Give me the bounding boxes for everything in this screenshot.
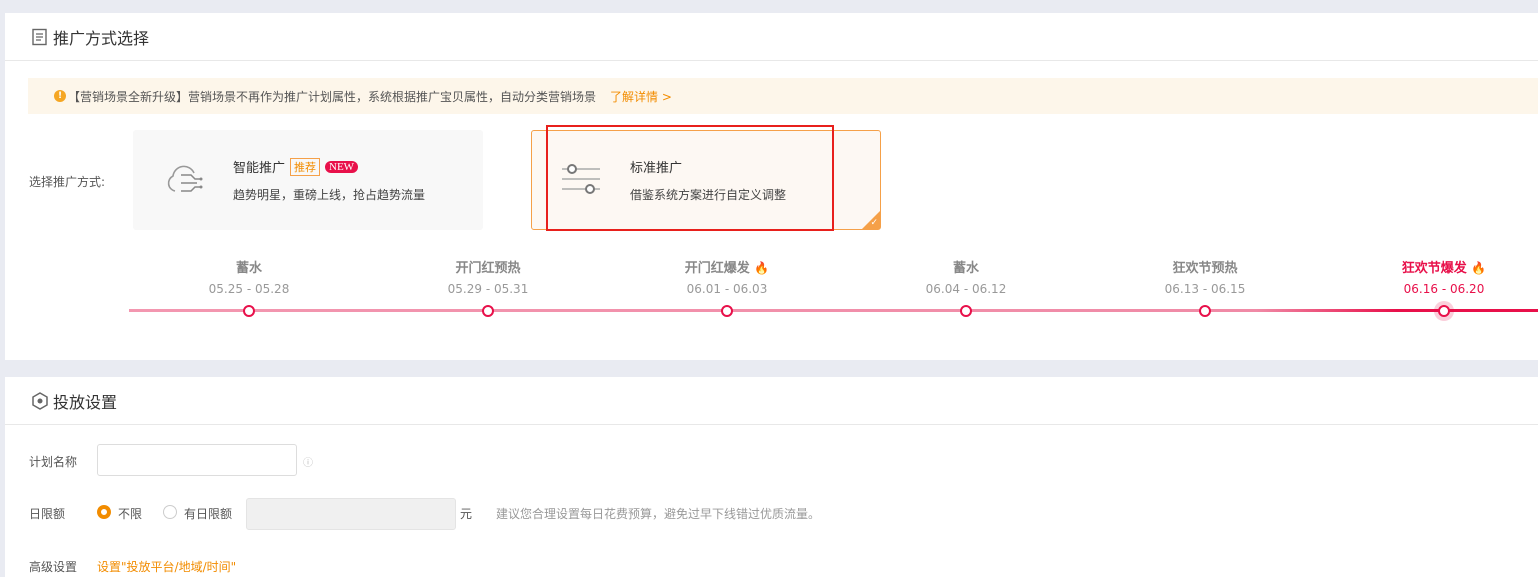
- notice-banner: ! 【营销场景全新升级】营销场景不再作为推广计划属性，系统根据推广宝贝属性，自动…: [28, 78, 1538, 114]
- stage-name: 蓄水: [952, 261, 979, 276]
- timeline-stage: 狂欢节预热 06.13 - 06.15: [1125, 257, 1285, 296]
- plan-name-label: 计划名称: [29, 455, 78, 469]
- stage-name: 开门红预热: [455, 261, 521, 276]
- radio-limited[interactable]: [163, 505, 177, 519]
- section-header: 投放设置: [5, 377, 1538, 425]
- radio-limited-label: 有日限额: [184, 507, 233, 521]
- advanced-settings-link[interactable]: 设置"投放平台/地域/时间": [97, 558, 236, 575]
- stage-dates: 06.04 - 06.12: [925, 282, 1007, 296]
- option-smart-promotion[interactable]: 智能推广 推荐 NEW 趋势明星，重磅上线，抢占趋势流量: [133, 130, 483, 230]
- daily-limit-label: 日限额: [29, 507, 66, 521]
- radio-unlimited[interactable]: [97, 505, 111, 519]
- currency-unit: 元: [460, 507, 473, 521]
- stage-dates: 06.13 - 06.15: [1164, 282, 1246, 296]
- new-badge: NEW: [325, 160, 359, 173]
- timeline-stage: 开门红预热 05.29 - 05.31: [408, 257, 568, 296]
- timeline-node[interactable]: [1438, 305, 1450, 317]
- advanced-settings-label: 高级设置: [29, 560, 78, 574]
- stage-name: 狂欢节预热: [1172, 261, 1238, 276]
- stage-dates: 06.16 - 06.20: [1403, 282, 1485, 296]
- option-desc: 趋势明星，重磅上线，抢占趋势流量: [233, 188, 426, 202]
- check-icon: ✓: [870, 218, 878, 228]
- choose-method-label: 选择推广方式:: [29, 175, 106, 189]
- document-icon: [31, 28, 49, 46]
- timeline-node[interactable]: [1199, 305, 1211, 317]
- budget-hint: 建议您合理设置每日花费预算，避免过早下线错过优质流量。: [496, 507, 821, 521]
- plan-name-input[interactable]: [97, 444, 297, 476]
- delivery-settings-card: 投放设置 计划名称 ⓘ 日限额 不限 有日限额 元 建议您合理设置每日花费预算，…: [5, 377, 1538, 577]
- timeline-stage: 蓄水 06.04 - 06.12: [886, 257, 1046, 296]
- recommend-tag: 推荐: [290, 157, 321, 176]
- learn-more-link[interactable]: 了解详情 >: [610, 88, 672, 105]
- promotion-method-card: 推广方式选择 ! 【营销场景全新升级】营销场景不再作为推广计划属性，系统根据推广…: [5, 13, 1538, 360]
- warning-icon: !: [54, 90, 66, 102]
- section-title: 推广方式选择: [53, 28, 150, 48]
- help-icon[interactable]: ⓘ: [303, 454, 313, 469]
- stage-dates: 05.25 - 05.28: [208, 282, 290, 296]
- timeline-stage: 狂欢节爆发 🔥 06.16 - 06.20: [1364, 257, 1524, 296]
- stage-name: 狂欢节爆发: [1401, 261, 1467, 276]
- timeline-node[interactable]: [721, 305, 733, 317]
- timeline-stage: 蓄水 05.25 - 05.28: [169, 257, 329, 296]
- stage-name: 开门红爆发: [684, 261, 750, 276]
- hexagon-icon: [31, 391, 49, 410]
- section-header: 推广方式选择: [5, 13, 1538, 61]
- timeline-track: [129, 309, 1538, 312]
- highlight-box: [546, 125, 834, 231]
- option-title: 智能推广: [233, 161, 286, 176]
- fire-icon: 🔥: [754, 261, 770, 275]
- timeline-stage: 开门红爆发 🔥 06.01 - 06.03: [647, 257, 807, 296]
- daily-limit-input: [246, 498, 456, 530]
- stage-dates: 05.29 - 05.31: [447, 282, 529, 296]
- radio-unlimited-label: 不限: [118, 507, 143, 521]
- fire-icon: 🔥: [1471, 261, 1487, 275]
- section-title: 投放设置: [53, 392, 118, 412]
- timeline-node[interactable]: [482, 305, 494, 317]
- stage-name: 蓄水: [235, 261, 262, 276]
- cloud-flow-icon: [161, 159, 207, 202]
- notice-text: 【营销场景全新升级】营销场景不再作为推广计划属性，系统根据推广宝贝属性，自动分类…: [68, 89, 597, 104]
- timeline-node[interactable]: [960, 305, 972, 317]
- timeline-node[interactable]: [243, 305, 255, 317]
- stage-dates: 06.01 - 06.03: [686, 282, 768, 296]
